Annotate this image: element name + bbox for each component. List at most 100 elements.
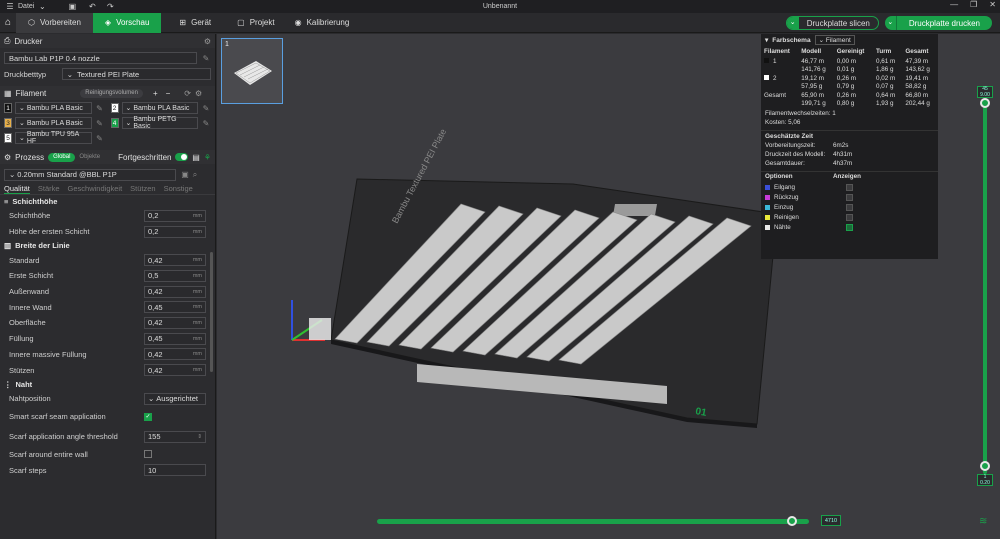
undo-icon[interactable]: ↶ (86, 2, 98, 11)
tab-preview[interactable]: ◈ Vorschau (92, 12, 162, 33)
compare-icon[interactable]: ▤ (192, 153, 200, 162)
gear-icon[interactable]: ⚙ (195, 89, 202, 98)
filament-color-swatch[interactable]: 3 (4, 118, 12, 128)
chevron-down-icon[interactable]: ⌄ (786, 17, 799, 29)
tab-support[interactable]: Stützen (130, 184, 155, 193)
filament-item[interactable]: 4 ⌄ Bambu PETG Basic ✎ (110, 116, 212, 130)
file-menu[interactable]: ☰ Datei ⌄ (0, 2, 48, 11)
tab-calibration[interactable]: ◉ Kalibrierung (285, 18, 360, 27)
filament-color-swatch[interactable]: 1 (4, 103, 12, 113)
scarf-angle-input[interactable]: 155 ⇕ (144, 430, 206, 443)
filament-color-swatch[interactable]: 4 (110, 118, 119, 128)
scarf-steps-input[interactable]: 10 (144, 464, 206, 477)
prep-time-value: 6m2s (833, 142, 849, 149)
tab-strength[interactable]: Stärke (38, 184, 60, 193)
param-input[interactable]: 0,5 mm (144, 269, 206, 282)
edit-icon[interactable]: ✎ (201, 104, 211, 113)
option-checkbox[interactable] (846, 223, 853, 231)
3d-viewport[interactable]: 1 Bambu Textured PEI Plate 01 ▾ Farbsche… (217, 34, 1000, 539)
layers-stack-icon[interactable]: ≋ (979, 516, 987, 527)
option-checkbox[interactable] (846, 183, 853, 191)
tab-device[interactable]: ⊞ Gerät (169, 18, 221, 27)
redo-icon[interactable]: ↷ (104, 2, 116, 11)
slice-plate-button[interactable]: ⌄ Druckplatte slicen (785, 16, 879, 30)
seam-position-select[interactable]: ⌄ Ausgerichtet (144, 392, 206, 405)
param-input[interactable]: 0,42 mm (144, 254, 206, 267)
tab-project[interactable]: ▢ Projekt (227, 18, 284, 27)
bed-type-select[interactable]: ⌄ Textured PEI Plate (61, 68, 211, 80)
filament-select[interactable]: ⌄ Bambu TPU 95A HF (15, 131, 92, 145)
layer-top-handle[interactable] (980, 98, 990, 108)
save-preset-icon[interactable]: ▣ (180, 170, 190, 179)
process-preset-select[interactable]: ⌄ 0.20mm Standard @BBL P1P (4, 168, 176, 181)
spin-icon[interactable]: ⇕ (197, 434, 202, 440)
filament-item[interactable]: 1 ⌄ Bambu PLA Basic ✎ (4, 102, 105, 114)
param-input[interactable]: 0,42 mm (144, 364, 206, 377)
tree-icon[interactable]: ⚘ (204, 153, 211, 162)
filament-item[interactable]: 2 ⌄ Bambu PLA Basic ✎ (110, 102, 212, 114)
home-icon[interactable]: ⌂ (0, 17, 16, 28)
tab-quality[interactable]: Qualität (4, 184, 30, 194)
filament-item[interactable]: 5 ⌄ Bambu TPU 95A HF ✎ (4, 131, 105, 145)
scarf-wall-checkbox[interactable] (144, 450, 152, 459)
edit-icon[interactable]: ✎ (95, 134, 105, 143)
move-slider-handle[interactable] (786, 516, 797, 526)
cleaning-volume-button[interactable]: Reinigungsvolumen (80, 88, 143, 98)
option-checkbox[interactable] (846, 213, 853, 221)
stats-column-header: Turm (875, 48, 892, 55)
minimize-icon[interactable]: — (950, 0, 958, 9)
total-label: Gesamt (764, 91, 787, 99)
edit-icon[interactable]: ✎ (201, 119, 211, 128)
stats-row: 57,95 g 0,79 g 0,07 g 58,82 g (761, 83, 938, 92)
sync-icon[interactable]: ⟳ (184, 89, 191, 98)
param-input[interactable]: 0,45 mm (144, 301, 206, 314)
printer-icon: ⎙ (4, 36, 11, 45)
search-icon[interactable]: ⌕ (190, 170, 200, 180)
filament-select[interactable]: ⌄ Bambu PLA Basic (15, 117, 92, 129)
filament-select[interactable]: ⌄ Bambu PETG Basic (121, 116, 198, 130)
maximize-icon[interactable]: ❐ (970, 0, 977, 9)
scarf-angle-value: 155 (148, 432, 161, 442)
toggle-global[interactable]: Global (48, 152, 76, 162)
collapse-icon[interactable]: ▾ (765, 36, 768, 44)
option-checkbox[interactable] (846, 193, 853, 201)
filament-item[interactable]: 3 ⌄ Bambu PLA Basic ✎ (4, 117, 105, 129)
option-checkbox[interactable] (846, 203, 853, 211)
close-icon[interactable]: ✕ (989, 0, 996, 9)
color-scheme-select[interactable]: ⌄ Filament (814, 35, 855, 45)
chevron-down-icon[interactable]: ⌄ (885, 16, 897, 30)
param-input[interactable]: 0,2 mm (144, 225, 206, 238)
layer-bottom-handle[interactable] (980, 461, 990, 471)
param-input[interactable]: 0,42 mm (144, 348, 206, 361)
param-value: 0,2 (148, 227, 159, 237)
move-slider-track[interactable] (377, 519, 809, 524)
display-option: Nähte (761, 222, 938, 232)
param-input[interactable]: 0,45 mm (144, 332, 206, 345)
settings-icon[interactable]: ⚙ (204, 37, 211, 46)
save-icon[interactable]: ▣ (66, 2, 78, 11)
sidebar-scrollbar[interactable] (210, 252, 213, 372)
filament-color-swatch[interactable]: 5 (4, 133, 12, 143)
smart-scarf-checkbox[interactable]: ✓ (144, 412, 152, 421)
tab-others[interactable]: Sonstige (164, 184, 193, 193)
toggle-objects[interactable]: Objekte (79, 153, 100, 162)
param-input[interactable]: 0,42 mm (144, 316, 206, 329)
edit-icon[interactable]: ✎ (95, 119, 105, 128)
scarf-steps-label: Scarf steps (9, 465, 47, 475)
advanced-toggle[interactable] (175, 153, 189, 161)
print-plate-button[interactable]: ⌄ Druckplatte drucken (884, 16, 992, 30)
layer-slider-track[interactable] (983, 100, 987, 474)
filament-color-swatch[interactable]: 2 (110, 103, 119, 113)
line-width-param-row: Standard 0,42 mm (0, 252, 215, 268)
tab-prepare[interactable]: ⬡ Vorbereiten (16, 12, 93, 33)
remove-icon[interactable]: − (166, 89, 171, 98)
edit-icon[interactable]: ✎ (201, 54, 211, 63)
tab-speed[interactable]: Geschwindigkeit (68, 184, 123, 193)
add-icon[interactable]: + (153, 89, 158, 98)
filament-select[interactable]: ⌄ Bambu PLA Basic (15, 102, 92, 114)
param-input[interactable]: 0,2 mm (144, 209, 206, 222)
edit-icon[interactable]: ✎ (95, 104, 105, 113)
filament-select[interactable]: ⌄ Bambu PLA Basic (121, 102, 198, 114)
printer-select[interactable]: Bambu Lab P1P 0.4 nozzle (4, 52, 198, 64)
param-input[interactable]: 0,42 mm (144, 285, 206, 298)
